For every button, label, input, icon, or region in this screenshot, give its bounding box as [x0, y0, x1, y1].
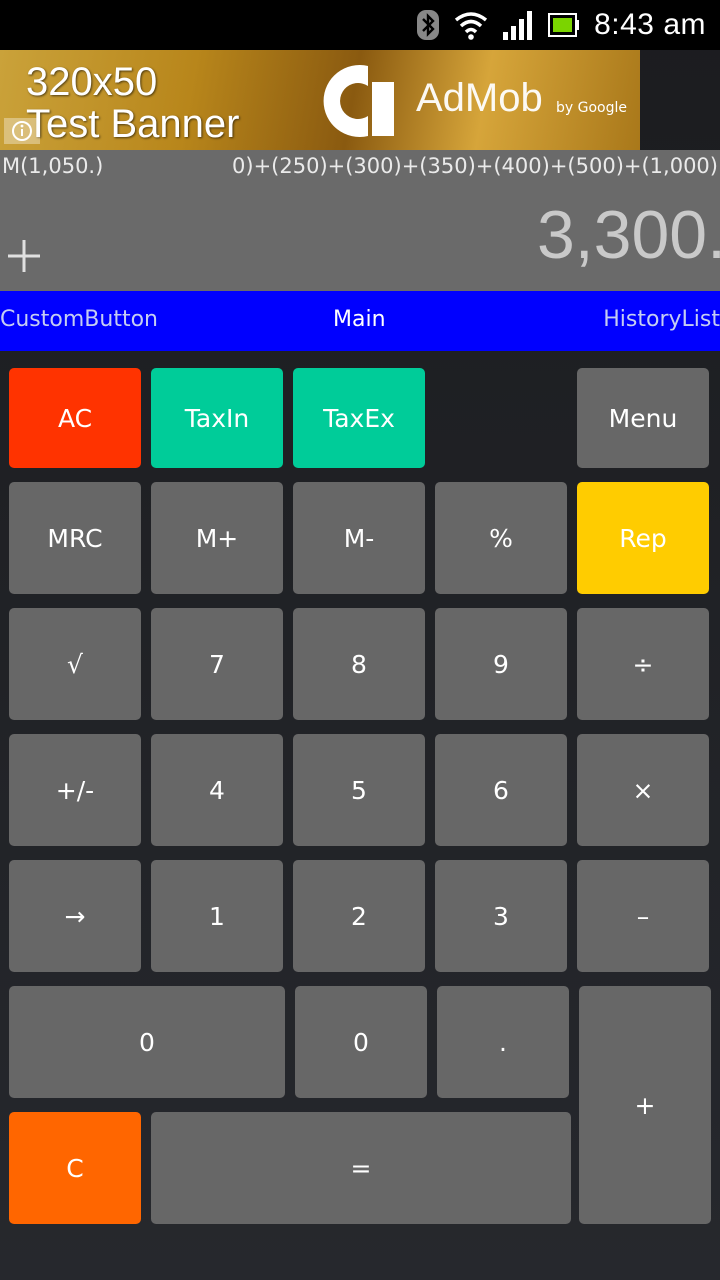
decimal-button[interactable]: . — [437, 986, 569, 1098]
signal-icon — [502, 10, 534, 40]
equals-button[interactable]: = — [151, 1112, 571, 1224]
digit-9-button[interactable]: 9 — [435, 608, 567, 720]
result-value: 3,300. — [536, 197, 720, 273]
rep-button[interactable]: Rep — [577, 482, 709, 594]
digit-2-button[interactable]: 2 — [293, 860, 425, 972]
calculation-history: 0)+(250)+(300)+(350)+(400)+(500)+(1,000) — [232, 154, 718, 178]
ad-title-text: Test Banner — [26, 102, 240, 146]
calculator-display: M(1,050.) 0)+(250)+(300)+(350)+(400)+(50… — [0, 150, 720, 291]
memory-indicator: M(1,050.) — [2, 154, 104, 178]
calculator-app: 8:43 am 320x50 Test Banner AdMob by Goog… — [0, 0, 720, 1280]
ad-brand-text: AdMob — [416, 76, 543, 120]
status-time: 8:43 am — [594, 8, 706, 41]
percent-button[interactable]: % — [435, 482, 567, 594]
tab-custom-button[interactable]: CustomButton — [0, 307, 158, 332]
menu-button[interactable]: Menu — [577, 368, 709, 468]
divide-button[interactable]: ÷ — [577, 608, 709, 720]
tab-bar: CustomButton Main HistoryList — [0, 291, 720, 351]
wifi-icon — [454, 10, 488, 40]
digit-0-button[interactable]: 0 — [295, 986, 427, 1098]
clear-button[interactable]: C — [9, 1112, 141, 1224]
mrc-button[interactable]: MRC — [9, 482, 141, 594]
plus-button[interactable]: + — [579, 986, 711, 1224]
status-bar: 8:43 am — [0, 0, 720, 50]
minus-button[interactable]: – — [577, 860, 709, 972]
digit-4-button[interactable]: 4 — [151, 734, 283, 846]
battery-icon — [548, 13, 580, 37]
digit-1-button[interactable]: 1 — [151, 860, 283, 972]
backspace-arrow-button[interactable]: → — [9, 860, 141, 972]
tax-ex-button[interactable]: TaxEx — [293, 368, 425, 468]
digit-8-button[interactable]: 8 — [293, 608, 425, 720]
tab-main[interactable]: Main — [333, 307, 386, 332]
m-plus-button[interactable]: M+ — [151, 482, 283, 594]
info-icon[interactable] — [4, 118, 40, 144]
multiply-button[interactable]: × — [577, 734, 709, 846]
tax-in-button[interactable]: TaxIn — [151, 368, 283, 468]
digit-00-button[interactable]: 0 — [9, 986, 285, 1098]
digit-7-button[interactable]: 7 — [151, 608, 283, 720]
digit-5-button[interactable]: 5 — [293, 734, 425, 846]
sign-toggle-button[interactable]: +/- — [9, 734, 141, 846]
sqrt-button[interactable]: √ — [9, 608, 141, 720]
admob-logo-icon — [320, 62, 400, 144]
digit-6-button[interactable]: 6 — [435, 734, 567, 846]
ad-byline-text: by Google — [556, 100, 627, 116]
tab-history-list[interactable]: HistoryList — [603, 307, 720, 332]
ad-size-text: 320x50 — [26, 60, 158, 104]
m-minus-button[interactable]: M- — [293, 482, 425, 594]
ac-button[interactable]: AC — [9, 368, 141, 468]
ad-banner[interactable]: 320x50 Test Banner AdMob by Google — [0, 50, 640, 150]
digit-3-button[interactable]: 3 — [435, 860, 567, 972]
plus-operator-icon — [6, 238, 42, 274]
bluetooth-icon — [416, 9, 440, 41]
